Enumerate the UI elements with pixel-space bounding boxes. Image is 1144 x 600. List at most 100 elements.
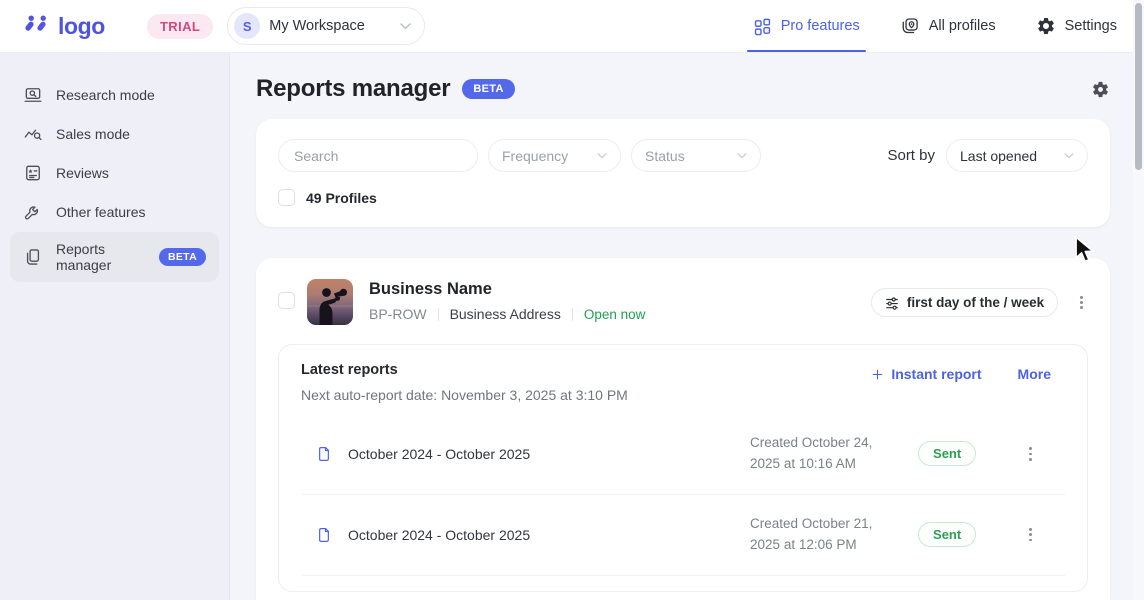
created-line1: Created October 24,	[750, 435, 872, 450]
section-title: Latest reports	[301, 362, 871, 378]
plus-icon	[871, 368, 884, 381]
reports-settings-button[interactable]	[1091, 80, 1110, 99]
report-created: Created October 21, 2025 at 12:06 PM	[750, 514, 904, 556]
more-label: More	[1018, 366, 1051, 382]
scrollbar-thumb[interactable]	[1135, 3, 1142, 170]
grid-icon	[753, 17, 772, 36]
search-input[interactable]	[292, 147, 464, 165]
chevron-down-icon	[737, 153, 747, 159]
beta-badge: BETA	[159, 248, 206, 266]
report-kebab-menu[interactable]	[1024, 444, 1037, 463]
instant-report-button[interactable]: Instant report	[871, 366, 981, 382]
profiles-count-row: 49 Profiles	[278, 189, 1088, 206]
sidebar-item-sales-mode[interactable]: Sales mode	[10, 115, 219, 153]
frequency-select[interactable]: Frequency	[488, 139, 621, 172]
frequency-placeholder: Frequency	[502, 148, 568, 164]
sidebar-item-reviews[interactable]: Reviews	[10, 154, 219, 192]
tab-label: All profiles	[929, 18, 996, 34]
trial-badge: TRIAL	[147, 14, 213, 39]
sort-control: Sort by Last opened	[887, 139, 1088, 172]
created-line2: 2025 at 10:16 AM	[750, 456, 856, 471]
sidebar: Research mode Sales mode Reviews	[0, 53, 230, 600]
more-button[interactable]: More	[1018, 366, 1051, 382]
report-rows: October 2024 - October 2025 Created Octo…	[301, 414, 1065, 591]
page-title: Reports manager	[256, 75, 450, 103]
business-address: Business Address	[450, 306, 561, 322]
chevron-down-icon	[400, 23, 411, 30]
business-card: Business Name BP-ROW Business Address Op…	[256, 258, 1110, 600]
rows-footer	[301, 575, 1065, 591]
chevron-down-icon	[597, 153, 607, 159]
report-created: Created October 24, 2025 at 10:16 AM	[750, 433, 904, 475]
report-row[interactable]: October 2024 - October 2025 Created Octo…	[301, 494, 1065, 575]
silhouette-image	[307, 279, 353, 325]
top-nav: Pro features All profiles Settings	[753, 0, 1117, 52]
app-window: logo TRIAL S My Workspace Pro f	[0, 0, 1144, 600]
report-row[interactable]: October 2024 - October 2025 Created Octo…	[301, 414, 1065, 494]
business-kebab-menu[interactable]	[1075, 293, 1088, 312]
workspace-avatar: S	[234, 13, 260, 39]
app-logo[interactable]: logo	[24, 13, 105, 40]
business-thumbnail	[307, 279, 353, 325]
wrench-icon	[23, 202, 43, 222]
status-badge: Sent	[918, 522, 976, 547]
business-header: Business Name BP-ROW Business Address Op…	[278, 279, 1088, 325]
schedule-pill-label: first day of the / week	[907, 295, 1044, 310]
open-status: Open now	[584, 307, 646, 322]
tab-settings[interactable]: Settings	[1036, 0, 1117, 52]
latest-reports-card: Latest reports Next auto-report date: No…	[278, 344, 1088, 592]
top-header: logo TRIAL S My Workspace Pro f	[0, 0, 1144, 53]
sidebar-item-label: Reviews	[56, 165, 109, 181]
page-title-row: Reports manager BETA	[230, 53, 1133, 103]
divider	[572, 308, 573, 321]
status-placeholder: Status	[645, 148, 685, 164]
latest-reports-header: Latest reports Next auto-report date: No…	[301, 362, 1065, 403]
business-actions: first day of the / week	[871, 288, 1088, 317]
reviews-icon	[23, 163, 43, 183]
gear-icon	[1036, 16, 1056, 36]
gear-icon	[1091, 80, 1110, 99]
sort-select[interactable]: Last opened	[946, 139, 1088, 172]
status-select[interactable]: Status	[631, 139, 761, 172]
reports-icon	[23, 247, 43, 267]
business-info: Business Name BP-ROW Business Address Op…	[369, 279, 645, 322]
sidebar-item-research-mode[interactable]: Research mode	[10, 76, 219, 114]
business-meta: BP-ROW Business Address Open now	[369, 306, 645, 322]
sidebar-item-other-features[interactable]: Other features	[10, 193, 219, 231]
next-report-date: Next auto-report date: November 3, 2025 …	[301, 387, 871, 403]
workspace-selector[interactable]: S My Workspace	[227, 7, 425, 45]
schedule-pill[interactable]: first day of the / week	[871, 288, 1058, 317]
business-checkbox[interactable]	[278, 292, 295, 309]
tab-label: Pro features	[781, 18, 860, 34]
report-file-icon	[315, 444, 333, 464]
profiles-count-label: 49 Profiles	[306, 190, 377, 206]
tab-pro-features[interactable]: Pro features	[753, 0, 860, 52]
tab-label: Settings	[1065, 18, 1117, 34]
sidebar-item-reports-manager[interactable]: Reports manager BETA	[10, 232, 219, 282]
sort-by-label: Sort by	[887, 147, 935, 164]
created-line1: Created October 21,	[750, 516, 872, 531]
tab-all-profiles[interactable]: All profiles	[900, 0, 996, 52]
research-mode-icon	[23, 85, 43, 105]
report-file-icon	[315, 525, 333, 545]
chevron-down-icon	[1064, 153, 1074, 159]
search-field	[278, 139, 478, 172]
sort-value: Last opened	[960, 148, 1037, 164]
business-name: Business Name	[369, 280, 645, 299]
divider	[438, 308, 439, 321]
filter-row: Frequency Status Sort by Last opened	[278, 139, 1088, 172]
filters-card: Frequency Status Sort by Last opened	[256, 119, 1110, 227]
created-line2: 2025 at 12:06 PM	[750, 537, 857, 552]
instant-report-label: Instant report	[891, 366, 981, 382]
report-kebab-menu[interactable]	[1024, 525, 1037, 544]
select-all-checkbox[interactable]	[278, 189, 295, 206]
workspace-name: My Workspace	[269, 18, 391, 34]
latest-reports-actions: Instant report More	[871, 362, 1051, 403]
logo-text: logo	[58, 13, 105, 40]
sliders-icon	[885, 296, 899, 310]
business-code: BP-ROW	[369, 306, 427, 322]
sidebar-item-label: Other features	[56, 204, 146, 220]
profiles-icon	[900, 16, 920, 36]
latest-reports-titles: Latest reports Next auto-report date: No…	[301, 362, 871, 403]
sales-mode-icon	[23, 124, 43, 144]
